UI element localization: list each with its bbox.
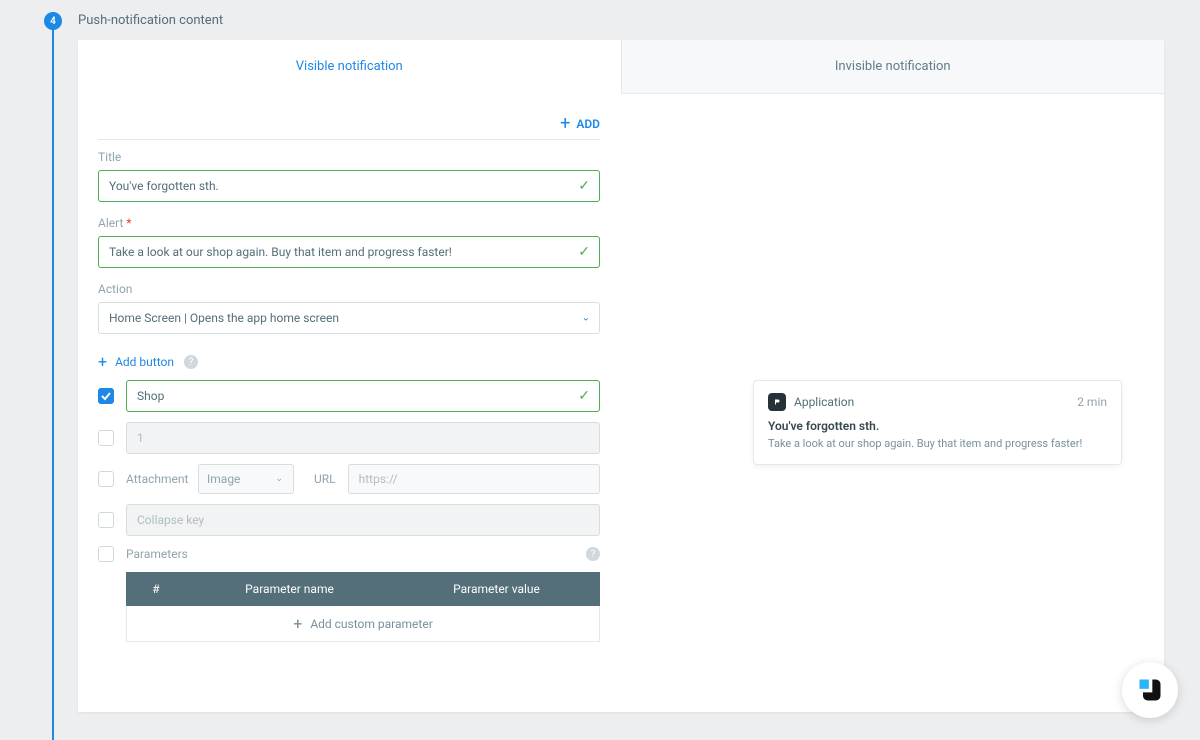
collapse-key-input[interactable]: Collapse key: [126, 504, 600, 536]
chevron-down-icon: ⌄: [275, 474, 283, 484]
add-label: ADD: [576, 117, 600, 131]
add-custom-parameter-button[interactable]: + Add custom parameter: [126, 606, 600, 642]
preview-body: Take a look at our shop again. Buy that …: [768, 437, 1107, 452]
parameters-checkbox[interactable]: [98, 546, 114, 562]
tab-invisible-notification[interactable]: Invisible notification: [621, 40, 1165, 94]
brand-icon: [1136, 676, 1164, 704]
button-2-name-input[interactable]: 1: [126, 422, 600, 454]
title-label: Title: [98, 150, 600, 164]
add-localization-button[interactable]: + ADD: [98, 108, 600, 140]
attachment-label: Attachment: [126, 472, 186, 486]
attachment-checkbox[interactable]: [98, 471, 114, 487]
attachment-url-label: URL: [314, 472, 336, 486]
action-label: Action: [98, 282, 600, 296]
preview-column: Application 2 min You've forgotten sth. …: [621, 94, 1164, 712]
collapse-key-checkbox[interactable]: [98, 512, 114, 528]
notification-preview-card: Application 2 min You've forgotten sth. …: [753, 380, 1122, 465]
col-name: Parameter name: [186, 582, 393, 596]
alert-input[interactable]: Take a look at our shop again. Buy that …: [98, 236, 600, 268]
button-1-name-input[interactable]: Shop: [126, 380, 600, 412]
attachment-url-input[interactable]: https://: [348, 464, 600, 494]
col-value: Parameter value: [393, 582, 600, 596]
notification-panel: Visible notification Invisible notificat…: [78, 40, 1164, 712]
parameters-table: # Parameter name Parameter value + Add c…: [126, 572, 600, 642]
col-hash: #: [126, 582, 186, 596]
title-input[interactable]: You've forgotten sth.: [98, 170, 600, 202]
parameters-label: Parameters: [126, 547, 188, 561]
preview-title: You've forgotten sth.: [768, 419, 1107, 433]
form-column: + ADD Title You've forgotten sth. ✓ Aler…: [78, 94, 621, 712]
brand-badge[interactable]: [1122, 662, 1178, 718]
step-title: Push-notification content: [78, 13, 223, 28]
button-1-checkbox[interactable]: [98, 388, 114, 404]
step-number-badge: 4: [44, 12, 62, 30]
add-button-label: Add button: [115, 355, 174, 369]
add-button-link[interactable]: + Add button ?: [98, 354, 600, 370]
plus-icon: +: [98, 354, 107, 370]
preview-app-name: Application: [794, 395, 1069, 409]
table-header: # Parameter name Parameter value: [126, 572, 600, 606]
action-select[interactable]: Home Screen | Opens the app home screen: [98, 302, 600, 334]
attachment-type-select[interactable]: Image ⌄: [198, 464, 294, 494]
plus-icon: +: [560, 115, 570, 133]
app-icon: [768, 393, 786, 411]
button-2-checkbox[interactable]: [98, 430, 114, 446]
help-icon[interactable]: ?: [184, 355, 198, 369]
add-custom-parameter-label: Add custom parameter: [310, 617, 432, 631]
tab-visible-notification[interactable]: Visible notification: [78, 40, 621, 94]
alert-label: Alert*: [98, 216, 600, 230]
step-timeline: [52, 12, 54, 740]
tabs: Visible notification Invisible notificat…: [78, 40, 1164, 94]
plus-icon: +: [293, 614, 302, 633]
help-icon[interactable]: ?: [586, 547, 600, 561]
preview-time: 2 min: [1077, 395, 1107, 409]
